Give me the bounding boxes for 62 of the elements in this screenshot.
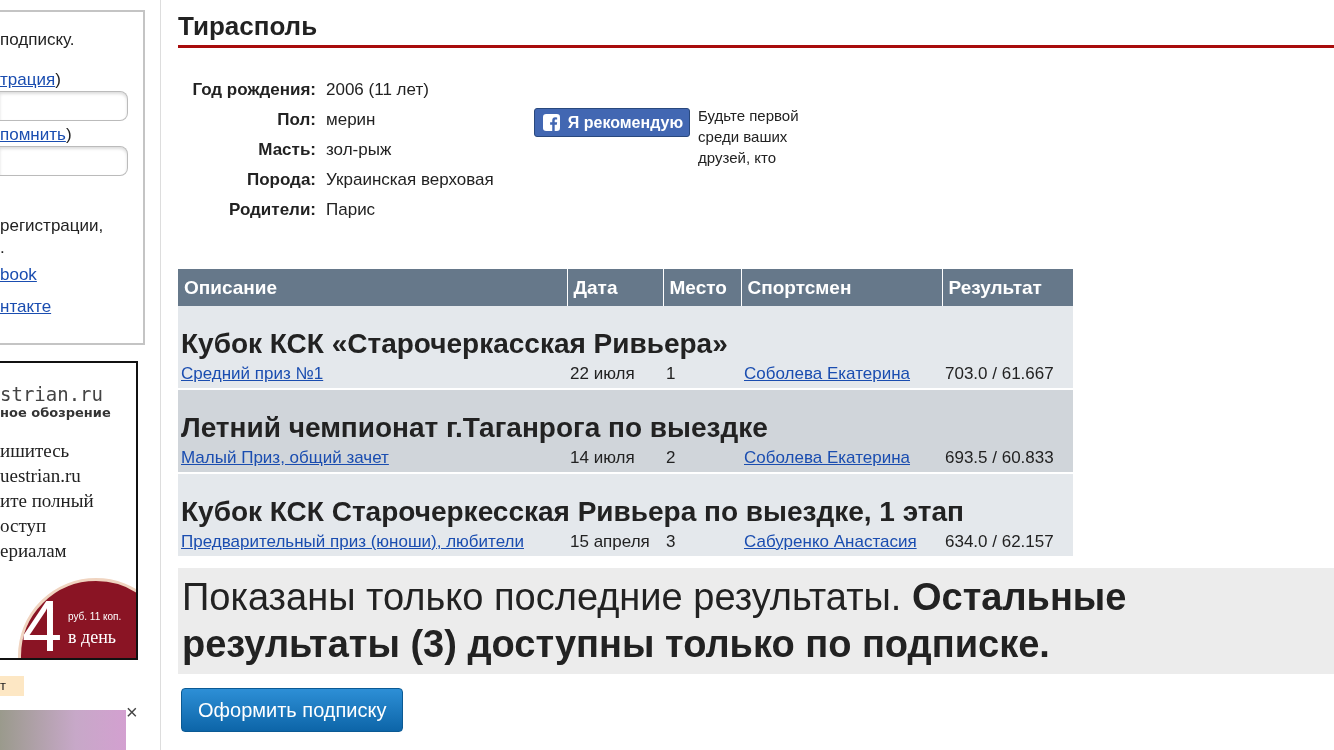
date-cell: 14 июля xyxy=(567,444,663,473)
column-header: Спортсмен xyxy=(741,269,942,306)
result-cell: 693.5 / 60.833 xyxy=(942,444,1073,473)
date-cell: 22 июля xyxy=(567,360,663,389)
info-value: зол-рыж xyxy=(326,139,393,161)
facebook-link[interactable]: book xyxy=(0,265,37,284)
place-cell: 2 xyxy=(663,444,741,473)
info-label: Масть: xyxy=(257,139,316,161)
login-field[interactable] xyxy=(0,91,128,121)
facebook-icon xyxy=(542,114,560,131)
result-cell: 634.0 / 62.157 xyxy=(942,528,1073,557)
ad-text: ериалам xyxy=(0,539,68,564)
password-field[interactable] xyxy=(0,146,128,176)
ad-subtitle: ное обозрение xyxy=(0,405,112,421)
ad-text: ите полный xyxy=(0,489,95,514)
info-value: Парис xyxy=(326,199,377,221)
column-header: Место xyxy=(663,269,741,306)
ad-text: ишитесь xyxy=(0,439,71,464)
horse-name: Тирасполь xyxy=(178,10,319,42)
event-title: Кубок КСК Старочеркесская Ривьера по выездке, 1 этап xyxy=(178,473,1073,528)
ad-price: 4 xyxy=(22,585,63,658)
column-header: Дата xyxy=(567,269,663,306)
social-text: . xyxy=(0,237,6,259)
subscribe-button[interactable]: Оформить подписку xyxy=(181,688,404,732)
info-value: Украинская верховая xyxy=(326,169,494,191)
vk-link[interactable]: нтакте xyxy=(0,297,52,316)
bracket-text: ) xyxy=(55,70,61,89)
ad-site-text: strian.ru xyxy=(0,383,104,406)
bracket-text: ) xyxy=(65,125,72,144)
rider-link[interactable]: Сабуренко Анастасия xyxy=(744,532,917,551)
close-button[interactable]: × xyxy=(126,704,138,720)
column-header: Описание xyxy=(178,269,567,306)
register-link[interactable]: трация xyxy=(0,70,56,89)
info-value: 2006 (11 лет) xyxy=(326,79,430,101)
info-label: Год рождения: xyxy=(191,79,316,101)
test-link[interactable]: Малый Приз, общий зачет xyxy=(181,448,389,467)
info-label: Родители: xyxy=(228,199,316,221)
recommend-button[interactable]: Я рекомендую xyxy=(533,108,691,137)
subscription-notice: Показаны только последние результаты. Остальные результаты (3) доступны только по подписке. xyxy=(178,568,1334,674)
ad-per-day: в день xyxy=(68,627,116,649)
test-link[interactable]: Предварительный приз (юноши), любители xyxy=(181,532,524,551)
info-value: мерин xyxy=(326,109,377,131)
recommend-text: Будьте первой среди ваших друзей, кто xyxy=(698,106,800,168)
place-cell: 1 xyxy=(663,360,741,389)
column-header: Результат xyxy=(942,269,1073,306)
ad-text: оступ xyxy=(0,514,48,539)
ad-text: uestrian.ru xyxy=(0,464,82,489)
info-label: Пол: xyxy=(276,109,316,131)
rider-link[interactable]: Соболева Екатерина xyxy=(744,364,910,383)
forgot-link[interactable]: помнить xyxy=(0,125,66,144)
event-title: Летний чемпионат г.Таганрога по выездке xyxy=(178,389,1073,444)
test-link[interactable]: Средний приз №1 xyxy=(181,364,324,383)
place-cell: 3 xyxy=(663,528,741,557)
social-text: регистрации, xyxy=(0,215,105,237)
ad-price-unit: руб. 11 коп. xyxy=(68,611,122,623)
info-label: Порода: xyxy=(245,169,316,191)
result-cell: 703.0 / 61.667 xyxy=(942,360,1073,389)
event-title: Кубок КСК «Старочеркасская Ривьера» xyxy=(178,306,1073,360)
date-cell: 15 апреля xyxy=(567,528,663,557)
login-text: подписку. xyxy=(0,29,76,51)
rider-link[interactable]: Соболева Екатерина xyxy=(744,448,910,467)
ad-tag: т xyxy=(0,676,24,696)
